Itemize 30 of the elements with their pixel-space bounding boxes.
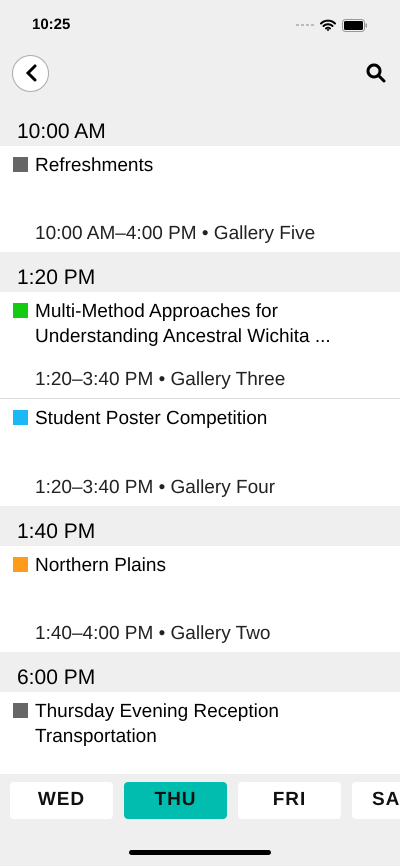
event-card[interactable]: Northern Plains 1:40–4:00 PM • Gallery Two — [0, 546, 400, 652]
event-title: Thursday Evening Reception Transportation — [35, 700, 280, 749]
event-time: 10:00 AM–4:00 PM • Gallery Five — [35, 222, 316, 246]
event-title: Multi-Method Approaches for Understanding Ancestral Wichita ... — [35, 300, 332, 349]
event-card[interactable]: Thursday Evening Reception Transportation — [0, 692, 400, 774]
section-time: 6:00 PM — [17, 665, 96, 691]
section-time: 1:40 PM — [17, 519, 96, 545]
event-title: Northern Plains — [35, 554, 167, 578]
day-tab[interactable]: FRI — [238, 782, 341, 818]
status-time: 10:25 — [32, 14, 70, 35]
wifi-icon — [320, 19, 336, 31]
event-title: Student Poster Competition — [35, 407, 268, 431]
signal-icon — [296, 23, 314, 27]
section-time: 10:00 AM — [17, 119, 106, 145]
back-button[interactable] — [12, 54, 49, 92]
event-time: 1:20–3:40 PM • Gallery Four — [35, 476, 276, 500]
battery-icon — [342, 18, 368, 32]
event-card[interactable]: Student Poster Competition 1:20–3:40 PM • Gallery Four — [0, 398, 400, 506]
day-tab[interactable]: WED — [10, 782, 113, 818]
search-icon — [366, 63, 386, 83]
event-card[interactable]: Multi-Method Approaches for Understanding Ancestral Wichita ... 1:20–3:40 PM • Gallery Three — [0, 292, 400, 398]
event-time: 1:20–3:40 PM • Gallery Three — [35, 368, 286, 392]
event-time: 1:40–4:00 PM • Gallery Two — [35, 622, 272, 646]
chevron-left-icon — [24, 64, 36, 82]
day-tab[interactable]: SA — [352, 782, 400, 818]
event-title: Refreshments — [35, 154, 154, 178]
search-button[interactable] — [364, 61, 388, 85]
section-time: 1:20 PM — [17, 265, 96, 291]
day-tab[interactable]: THU — [124, 782, 227, 818]
event-card[interactable]: Refreshments 10:00 AM–4:00 PM • Gallery Five — [0, 146, 400, 252]
